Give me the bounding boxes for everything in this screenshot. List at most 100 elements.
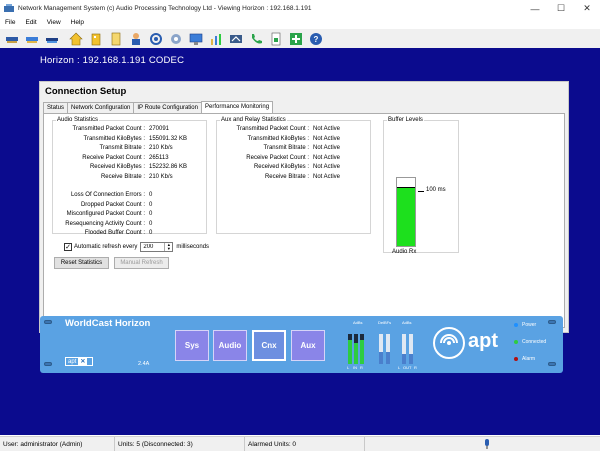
power-led-icon: [514, 323, 518, 327]
device-sys-button[interactable]: Sys: [175, 330, 209, 361]
buffer-marker-label: 100 ms: [426, 187, 446, 193]
network-alt-icon[interactable]: [22, 30, 41, 47]
building-icon[interactable]: [86, 30, 105, 47]
device-aux-button[interactable]: Aux: [291, 330, 325, 361]
tab-ip-route-configuration[interactable]: IP Route Configuration: [133, 102, 202, 113]
device-title: WorldCast Horizon: [65, 318, 151, 329]
audio-meter-right: [360, 334, 364, 364]
meter-sub-label: OUT: [403, 365, 412, 370]
status-alarmed: Alarmed Units: 0: [245, 437, 365, 451]
stat-value: 0: [149, 192, 153, 198]
apt-badge: apt ✕: [65, 357, 93, 366]
stat-label: Transmitted KiloBytes :: [83, 135, 145, 142]
stat-row: Received KiloBytes : 152232.86 KB: [53, 163, 187, 172]
menu-edit[interactable]: Edit: [20, 19, 41, 26]
audio-meter-left: [348, 334, 352, 364]
gear-icon[interactable]: [166, 30, 185, 47]
document-icon[interactable]: [106, 30, 125, 47]
stat-value: 265113: [149, 154, 169, 161]
aux-statistics-label: Aux and Relay Statistics: [220, 117, 287, 123]
chart-icon[interactable]: [206, 30, 225, 47]
app-icon: [4, 3, 14, 12]
led-power: Power: [514, 322, 536, 328]
stat-row: Resequencing Activity Count : 0: [53, 220, 152, 229]
buffer-marker-tick: [418, 191, 424, 192]
screw: [44, 362, 52, 366]
stat-label: Receive Bitrate :: [264, 174, 309, 180]
stat-value: Not Active: [313, 154, 341, 161]
stat-row: Transmitted KiloBytes : Not Active: [217, 135, 340, 144]
document-export-icon[interactable]: [266, 30, 285, 47]
stat-value: 0: [149, 211, 153, 218]
alarm-led-icon: [514, 357, 518, 361]
stat-row: Transmitted Packet Count : Not Active: [217, 125, 341, 134]
reset-statistics-button[interactable]: Reset Statistics: [54, 257, 109, 269]
stat-label: Loss Of Connection Errors :: [70, 192, 145, 198]
menu-file[interactable]: File: [0, 19, 20, 26]
home-icon[interactable]: [66, 30, 85, 47]
refresh-interval-stepper[interactable]: ▲▼: [140, 242, 174, 252]
stat-label: Receive Bitrate :: [100, 174, 145, 180]
close-button[interactable]: ✕: [574, 0, 600, 17]
menu-view[interactable]: View: [42, 19, 66, 26]
microphone-icon: [485, 439, 489, 449]
meter-sub-label: L: [398, 365, 401, 370]
device-version: 2.4A: [138, 361, 150, 367]
stat-row: Flooded Buffer Count : 0: [53, 229, 153, 238]
maximize-button[interactable]: ☐: [548, 0, 574, 17]
stat-label: Misconfigured Packet Count :: [66, 211, 145, 218]
codec-title: Horizon : 192.168.1.191 CODEC: [40, 55, 185, 66]
meter-sub-label: IN: [353, 365, 357, 370]
stat-row: Loss Of Connection Errors : 0: [53, 191, 152, 200]
stat-value: 210 Kb/s: [149, 145, 173, 152]
spin-down-icon[interactable]: ▼: [165, 247, 172, 251]
codec-icon[interactable]: [42, 30, 61, 47]
manual-refresh-button[interactable]: Manual Refresh: [114, 257, 169, 269]
audio-meter-mid: [354, 334, 358, 364]
monitor-icon[interactable]: [186, 30, 205, 47]
panel-title: Connection Setup: [45, 86, 127, 97]
stat-label: Receive Packet Count :: [82, 154, 145, 161]
help-icon[interactable]: ?: [306, 30, 325, 47]
phone-icon[interactable]: [246, 30, 265, 47]
stat-value: 0: [149, 201, 153, 208]
stat-row: Received KiloBytes : Not Active: [217, 163, 340, 172]
network-icon[interactable]: [2, 30, 21, 47]
auto-refresh-checkbox[interactable]: ✓: [64, 243, 72, 251]
refresh-unit-label: milliseconds: [176, 244, 210, 250]
meter-sub-label: R: [414, 365, 417, 370]
swap-icon[interactable]: [226, 30, 245, 47]
screw: [548, 320, 556, 324]
buffer-bar-label: Audio Rx: [392, 249, 417, 255]
stat-value: 0: [149, 230, 153, 237]
stat-label: Transmitted KiloBytes :: [247, 135, 309, 142]
stat-label: Transmitted Packet Count :: [72, 126, 145, 132]
alarm-label: Alarm: [522, 356, 536, 362]
tab-performance-monitoring[interactable]: Performance Monitoring: [201, 101, 274, 113]
user-icon[interactable]: [126, 30, 145, 47]
settings-icon[interactable]: [146, 30, 165, 47]
stat-row: Receive Bitrate : 210 Kb/s: [53, 173, 173, 182]
plus-icon[interactable]: [286, 30, 305, 47]
stat-value: Not Active: [313, 145, 341, 152]
stat-value: Not Active: [313, 174, 341, 180]
tab-status[interactable]: Status: [43, 102, 69, 113]
meter-sub-label: L: [347, 365, 350, 370]
stat-row: Transmitted KiloBytes : 155091.32 KB: [53, 135, 188, 144]
x-icon: ✕: [78, 358, 88, 365]
tab-network-configuration[interactable]: Network Configuration: [67, 102, 135, 113]
menu-help[interactable]: Help: [66, 19, 89, 26]
audio-statistics-label: Audio Statistics: [56, 117, 100, 123]
tab-content: Audio Statistics Transmitted Packet Coun…: [43, 113, 565, 328]
device-cnx-button[interactable]: Cnx: [252, 330, 286, 361]
window-title: Network Management System (c) Audio Proc…: [18, 5, 312, 12]
refresh-interval-input[interactable]: [141, 243, 165, 251]
audio-statistics-group: Audio Statistics Transmitted Packet Coun…: [52, 117, 207, 236]
minimize-button[interactable]: —: [522, 0, 548, 17]
buffer-levels-group: Buffer Levels 100 ms Audio Rx: [383, 117, 459, 255]
brand-text: apt: [468, 330, 498, 352]
stat-label: Transmitted Packet Count :: [236, 126, 309, 132]
status-bar: User: administrator (Admin) Units: 5 (Di…: [0, 436, 600, 451]
device-audio-button[interactable]: Audio: [213, 330, 247, 361]
svg-text:?: ?: [313, 35, 318, 44]
